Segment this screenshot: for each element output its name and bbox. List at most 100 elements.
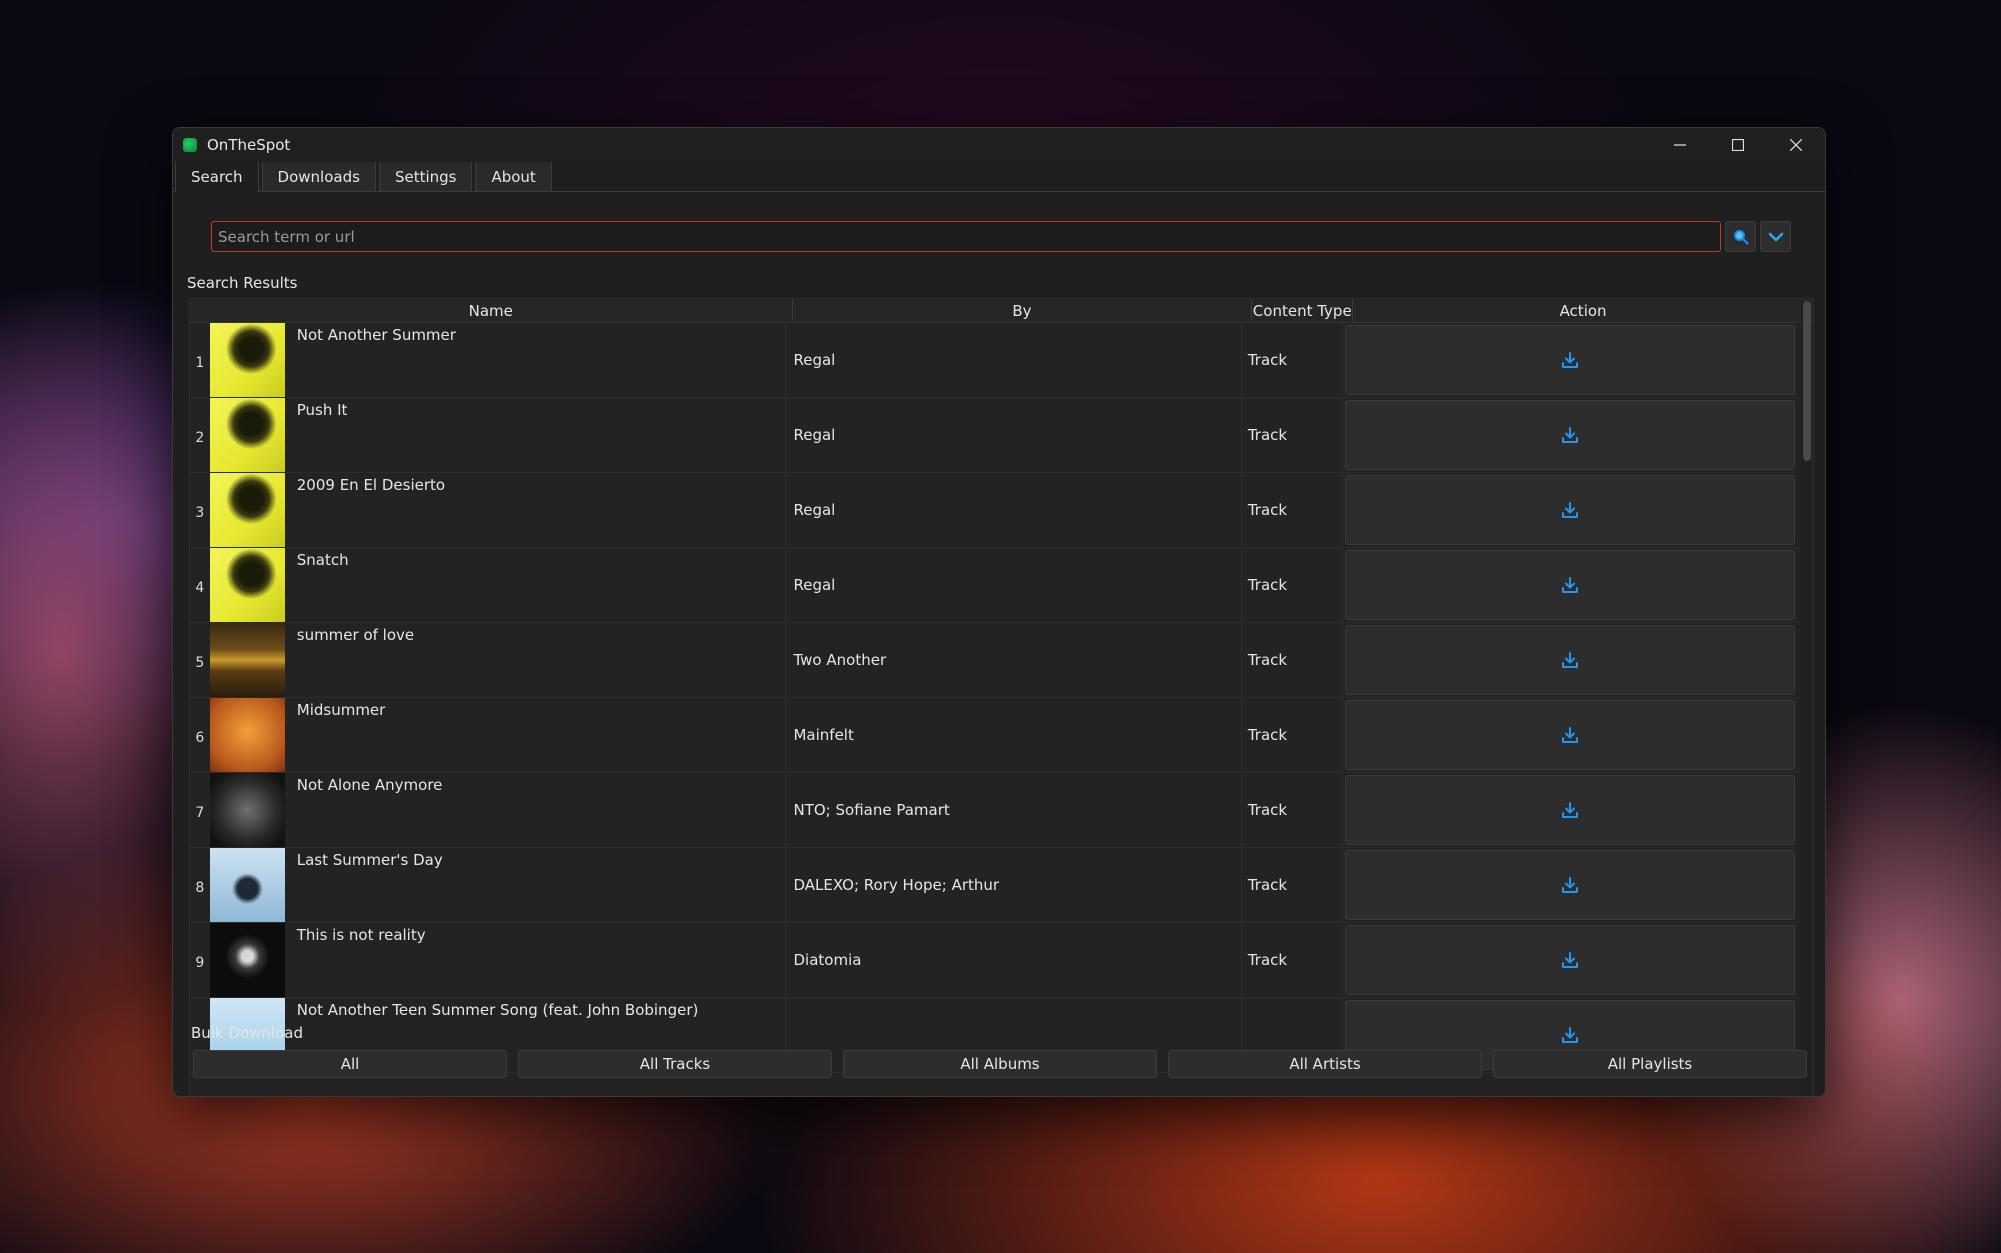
download-button[interactable]	[1344, 700, 1795, 770]
track-name: 2009 En El Desierto	[296, 476, 446, 494]
tab-about[interactable]: About	[475, 161, 552, 191]
download-button[interactable]	[1344, 775, 1795, 845]
artist-cell: Two Another	[786, 623, 1242, 697]
header-name[interactable]: Name	[190, 299, 793, 322]
header-content-type[interactable]: Content Type	[1252, 299, 1354, 322]
track-name: summer of love	[296, 626, 415, 644]
search-bar	[211, 221, 1823, 252]
download-button[interactable]	[1344, 625, 1795, 695]
row-number: 7	[195, 805, 205, 821]
download-icon	[1561, 952, 1578, 968]
search-icon	[1733, 229, 1749, 245]
table-row[interactable]: 1 Not Another Summer Regal Track	[190, 323, 1797, 398]
tab-downloads[interactable]: Downloads	[261, 161, 376, 191]
action-cell	[1342, 548, 1797, 622]
bulk-download-label: Bulk Download	[191, 1024, 303, 1042]
maximize-button[interactable]	[1709, 128, 1767, 162]
search-filter-dropdown[interactable]	[1760, 221, 1791, 252]
bulk-download-buttons: All All Tracks All Albums All Artists Al…	[193, 1050, 1807, 1078]
results-table: Name By Content Type Action 1 Not Anothe…	[189, 298, 1814, 1096]
search-results-label: Search Results	[187, 274, 298, 292]
search-input[interactable]	[211, 221, 1721, 252]
track-name: Not Another Summer	[296, 326, 456, 344]
table-row[interactable]: 5 summer of love Two Another Track	[190, 623, 1797, 698]
table-row[interactable]: 6 Midsummer Mainfelt Track	[190, 698, 1797, 773]
name-cell: Last Summer's Day	[209, 848, 787, 922]
download-button[interactable]	[1344, 400, 1795, 470]
content-type-cell: Track	[1242, 923, 1342, 997]
table-body: 1 Not Another Summer Regal Track 2 Push …	[190, 323, 1797, 1073]
action-cell	[1342, 848, 1797, 922]
row-number: 3	[195, 505, 205, 521]
bulk-all-artists-button[interactable]: All Artists	[1168, 1050, 1482, 1078]
table-row[interactable]: 7 Not Alone Anymore NTO; Sofiane Pamart …	[190, 773, 1797, 848]
vertical-scrollbar[interactable]	[1801, 301, 1811, 1096]
close-icon	[1790, 139, 1802, 151]
name-cell: summer of love	[209, 623, 787, 697]
table-row[interactable]: 9 This is not reality Diatomia Track	[190, 923, 1797, 998]
track-name: Last Summer's Day	[296, 851, 443, 869]
content-type-cell: Track	[1242, 398, 1342, 472]
content-type-cell: Track	[1242, 623, 1342, 697]
table-row[interactable]: 8 Last Summer's Day DALEXO; Rory Hope; A…	[190, 848, 1797, 923]
action-cell	[1342, 623, 1797, 697]
bulk-all-playlists-button[interactable]: All Playlists	[1493, 1050, 1807, 1078]
artist-cell: Regal	[786, 398, 1242, 472]
row-number: 2	[195, 430, 205, 446]
header-by[interactable]: By	[793, 299, 1253, 322]
action-cell	[1342, 923, 1797, 997]
minimize-button[interactable]	[1651, 128, 1709, 162]
artist-cell: Diatomia	[786, 923, 1242, 997]
name-cell: Snatch	[209, 548, 787, 622]
bulk-all-button[interactable]: All	[193, 1050, 507, 1078]
window-title: OnTheSpot	[207, 136, 291, 154]
artist-cell: Regal	[786, 323, 1242, 397]
content-type-cell: Track	[1242, 698, 1342, 772]
album-art-thumbnail	[209, 923, 285, 997]
search-button[interactable]	[1725, 221, 1756, 252]
download-button[interactable]	[1344, 850, 1795, 920]
download-button[interactable]	[1344, 475, 1795, 545]
name-cell: This is not reality	[209, 923, 787, 997]
track-name: This is not reality	[296, 926, 426, 944]
tab-search[interactable]: Search	[175, 161, 259, 192]
download-icon	[1561, 577, 1578, 593]
action-cell	[1342, 773, 1797, 847]
artist-cell: NTO; Sofiane Pamart	[786, 773, 1242, 847]
window-controls	[1651, 128, 1825, 162]
bulk-all-albums-button[interactable]: All Albums	[843, 1050, 1157, 1078]
row-number: 9	[195, 955, 205, 971]
download-icon	[1561, 427, 1578, 443]
download-button[interactable]	[1344, 325, 1795, 395]
tab-settings[interactable]: Settings	[378, 161, 473, 191]
minimize-icon	[1674, 144, 1686, 146]
app-window: OnTheSpot Search Downloads Settings Abou…	[172, 127, 1826, 1097]
content-type-cell: Track	[1242, 773, 1342, 847]
download-button[interactable]	[1344, 550, 1795, 620]
action-cell	[1342, 398, 1797, 472]
content-type-cell: Track	[1242, 323, 1342, 397]
scrollbar-thumb[interactable]	[1803, 301, 1811, 461]
maximize-icon	[1732, 139, 1744, 151]
bulk-all-tracks-button[interactable]: All Tracks	[518, 1050, 832, 1078]
artist-cell: Mainfelt	[786, 698, 1242, 772]
album-art-thumbnail	[209, 473, 285, 547]
title-bar[interactable]: OnTheSpot	[173, 128, 1825, 162]
track-name: Push It	[296, 401, 348, 419]
name-cell: 2009 En El Desierto	[209, 473, 787, 547]
table-row[interactable]: 3 2009 En El Desierto Regal Track	[190, 473, 1797, 548]
album-art-thumbnail	[209, 548, 285, 622]
close-button[interactable]	[1767, 128, 1825, 162]
album-art-thumbnail	[209, 398, 285, 472]
action-cell	[1342, 698, 1797, 772]
header-action[interactable]: Action	[1353, 299, 1813, 322]
download-button[interactable]	[1344, 925, 1795, 995]
track-name: Midsummer	[296, 701, 386, 719]
name-cell: Midsummer	[209, 698, 787, 772]
track-name: Snatch	[296, 551, 349, 569]
table-row[interactable]: 2 Push It Regal Track	[190, 398, 1797, 473]
download-icon	[1561, 802, 1578, 818]
download-icon	[1561, 1027, 1578, 1043]
table-row[interactable]: 4 Snatch Regal Track	[190, 548, 1797, 623]
album-art-thumbnail	[209, 698, 285, 772]
